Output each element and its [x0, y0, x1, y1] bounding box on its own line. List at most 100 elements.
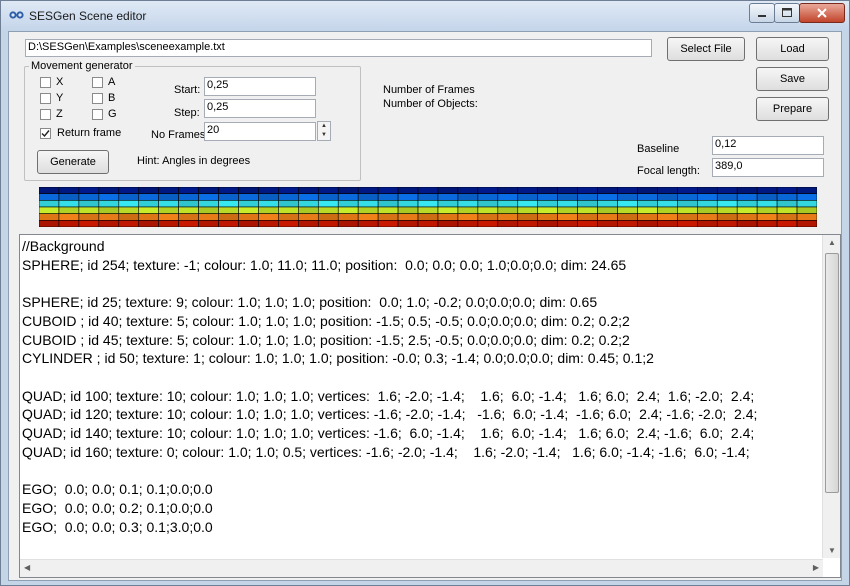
- maximize-button[interactable]: [774, 3, 800, 23]
- editor-line[interactable]: EGO; 0.0; 0.0; 0.2; 0.1;0.0;0.0: [22, 499, 822, 518]
- checkbox-x-label: X: [56, 76, 64, 88]
- checkbox-g[interactable]: [92, 109, 103, 120]
- palette-cell: [317, 187, 339, 194]
- start-input[interactable]: 0,25: [204, 77, 316, 96]
- palette-cell: [617, 213, 638, 221]
- minimize-button[interactable]: [749, 3, 775, 23]
- step-input[interactable]: 0,25: [204, 99, 316, 118]
- palette-cell: [39, 213, 60, 221]
- palette-cell: [178, 200, 199, 208]
- file-path-input[interactable]: D:\SESGen\Examples\sceneexample.txt: [25, 39, 652, 57]
- editor-line[interactable]: EGO; 0.0; 0.0; 0.1; 0.1;0.0;0.0: [22, 480, 822, 499]
- palette-cell: [118, 193, 140, 201]
- palette-cell: [118, 220, 140, 227]
- palette-cell: [776, 206, 798, 214]
- palette-cell: [98, 213, 120, 221]
- editor-line[interactable]: QUAD; id 100; texture: 10; colour: 1.0; …: [22, 387, 822, 406]
- palette-cell: [677, 187, 698, 194]
- palette-cell: [118, 200, 140, 208]
- select-file-button[interactable]: Select File: [667, 37, 745, 61]
- checkbox-y[interactable]: [40, 93, 51, 104]
- palette-cell: [78, 187, 100, 194]
- editor-line[interactable]: SPHERE; id 254; texture: -1; colour: 1.0…: [22, 256, 822, 275]
- editor-line[interactable]: EGO; 0.0; 0.0; 0.3; 0.1;3.0;0.0: [22, 518, 822, 537]
- generate-button[interactable]: Generate: [37, 150, 109, 174]
- palette-cell: [337, 193, 359, 201]
- palette-cell: [317, 220, 339, 227]
- palette-cell: [577, 213, 598, 221]
- checkbox-b[interactable]: [92, 93, 103, 104]
- editor-line[interactable]: //Background: [22, 237, 822, 256]
- checkbox-x[interactable]: [40, 77, 51, 88]
- palette-cell: [58, 220, 80, 227]
- load-button[interactable]: Load: [756, 37, 829, 61]
- palette-cell: [397, 213, 419, 221]
- checkbox-a[interactable]: [92, 77, 103, 88]
- palette-cell: [298, 187, 319, 194]
- frames-spinner[interactable]: ▲ ▼: [317, 121, 331, 141]
- palette-cell: [258, 213, 279, 221]
- palette-cell: [158, 187, 179, 194]
- palette-cell: [317, 206, 339, 214]
- color-palette-grid: [39, 187, 817, 227]
- palette-cell: [397, 193, 419, 201]
- palette-cell: [278, 206, 299, 214]
- palette-cell: [258, 187, 279, 194]
- horizontal-scrollbar[interactable]: ◀ ▶: [20, 559, 823, 577]
- palette-cell: [417, 213, 439, 221]
- editor-line[interactable]: [22, 274, 822, 293]
- title-bar[interactable]: SESGen Scene editor: [1, 1, 849, 31]
- palette-cell: [716, 200, 738, 208]
- checkbox-z[interactable]: [40, 109, 51, 120]
- editor-line[interactable]: QUAD; id 120; texture: 10; colour: 1.0; …: [22, 405, 822, 424]
- palette-cell: [677, 220, 698, 227]
- scroll-left-icon[interactable]: ◀: [24, 563, 30, 572]
- editor-line[interactable]: CYLINDER ; id 50; texture: 1; colour: 1.…: [22, 349, 822, 368]
- palette-cell: [98, 200, 120, 208]
- scroll-right-icon[interactable]: ▶: [813, 563, 819, 572]
- editor-line[interactable]: QUAD; id 160; texture: 0; colour: 1.0; 1…: [22, 443, 822, 462]
- palette-cell: [39, 200, 60, 208]
- palette-cell: [158, 200, 179, 208]
- no-frames-label: No Frames:: [151, 129, 209, 141]
- baseline-input[interactable]: 0,12: [712, 136, 824, 155]
- palette-cell: [497, 220, 519, 227]
- vertical-scroll-thumb[interactable]: [825, 253, 839, 493]
- palette-cell: [357, 200, 379, 208]
- prepare-button[interactable]: Prepare: [756, 97, 829, 121]
- palette-cell: [517, 187, 539, 194]
- palette-cell: [397, 220, 419, 227]
- palette-cell: [537, 206, 558, 214]
- save-button[interactable]: Save: [756, 67, 829, 91]
- scene-text[interactable]: //Background SPHERE; id 254; texture: -1;…: [22, 237, 822, 557]
- palette-cell: [776, 193, 798, 201]
- window-title: SESGen Scene editor: [29, 9, 147, 23]
- palette-cell: [537, 200, 558, 208]
- return-frame-checkbox[interactable]: [40, 128, 51, 139]
- palette-cell: [118, 213, 140, 221]
- spin-up-icon[interactable]: ▲: [318, 122, 330, 131]
- palette-cell: [58, 187, 80, 194]
- palette-cell: [756, 193, 778, 201]
- palette-cell: [597, 200, 618, 208]
- palette-cell: [357, 193, 379, 201]
- palette-cell: [138, 187, 159, 194]
- palette-cell: [497, 206, 519, 214]
- palette-cell: [317, 200, 339, 208]
- editor-line[interactable]: CUBOID ; id 40; texture: 5; colour: 1.0;…: [22, 312, 822, 331]
- editor-line[interactable]: QUAD; id 140; texture: 10; colour: 1.0; …: [22, 424, 822, 443]
- editor-line[interactable]: CUBOID ; id 45; texture: 5; colour: 1.0;…: [22, 331, 822, 350]
- spin-down-icon[interactable]: ▼: [318, 131, 330, 140]
- no-frames-input[interactable]: 20: [204, 122, 316, 141]
- close-button[interactable]: [799, 3, 845, 23]
- editor-line[interactable]: SPHERE; id 25; texture: 9; colour: 1.0; …: [22, 293, 822, 312]
- palette-cell: [39, 193, 60, 201]
- focal-length-input[interactable]: 389,0: [712, 158, 824, 177]
- editor-line[interactable]: [22, 461, 822, 480]
- scroll-down-icon[interactable]: ▼: [828, 546, 836, 555]
- vertical-scrollbar[interactable]: ▲ ▼: [822, 235, 840, 558]
- editor-line[interactable]: [22, 368, 822, 387]
- scroll-up-icon[interactable]: ▲: [828, 238, 836, 247]
- palette-cell: [377, 206, 399, 214]
- scene-text-editor[interactable]: //Background SPHERE; id 254; texture: -1;…: [19, 234, 841, 578]
